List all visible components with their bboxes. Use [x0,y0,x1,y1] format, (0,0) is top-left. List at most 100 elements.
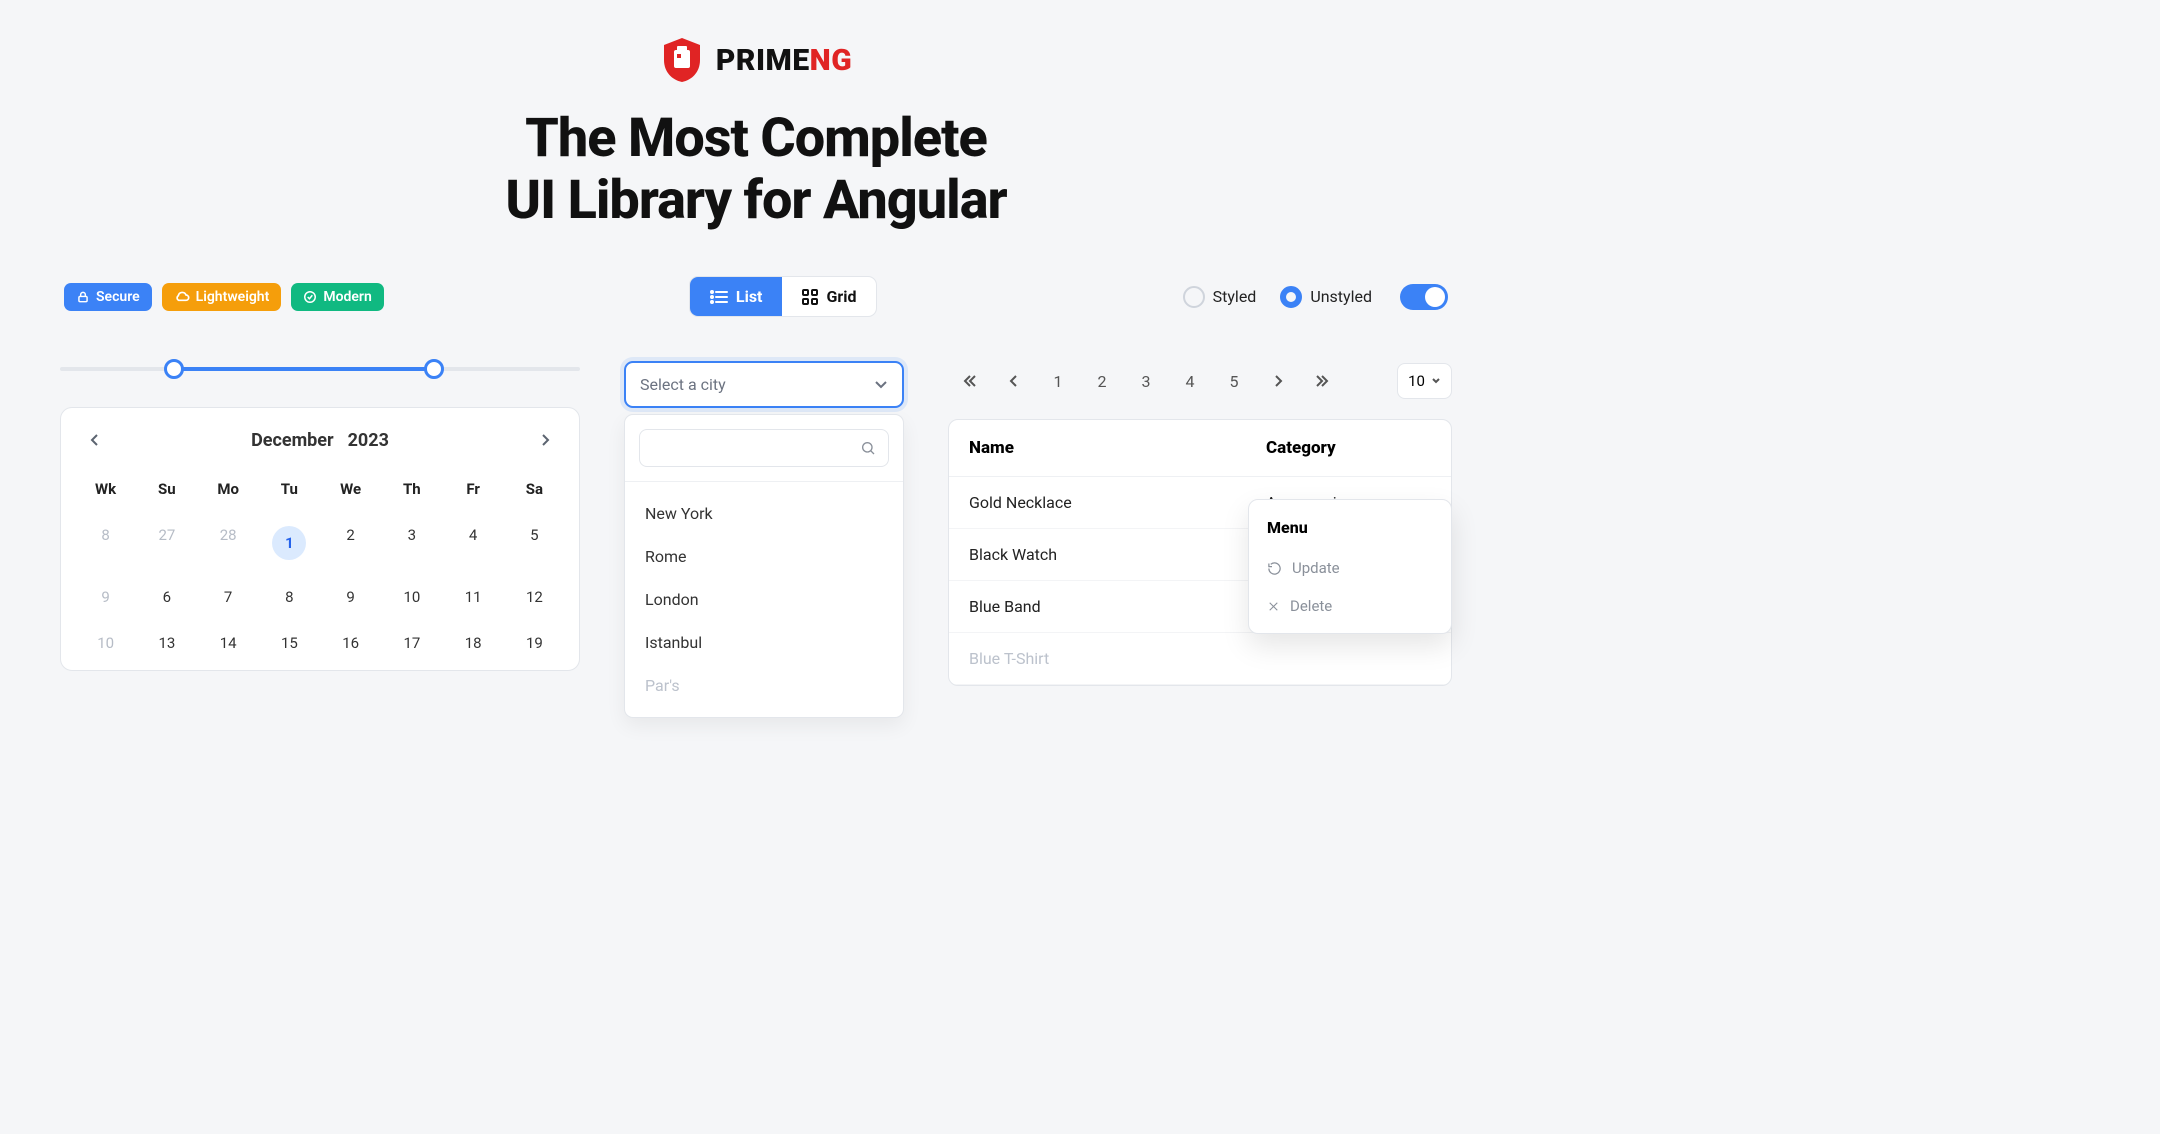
menu-delete[interactable]: Delete [1249,587,1451,625]
calendar-dow: We [320,466,381,512]
page-headline: The Most Complete UI Library for Angular [505,108,1006,232]
brand-logo: PRIMENG [660,36,852,84]
calendar-day[interactable]: 15 [259,620,320,666]
seg-list[interactable]: List [690,277,783,316]
calendar-day[interactable]: 5 [504,512,565,574]
calendar-prev[interactable] [81,426,109,454]
calendar-day[interactable]: 12 [504,574,565,620]
calendar-dow: Th [381,466,442,512]
calendar-day[interactable]: 28 [198,512,259,574]
radio-icon [1280,286,1302,308]
calendar-day[interactable]: 2 [320,512,381,574]
grid-icon [802,289,818,305]
calendar-dow: Mo [198,466,259,512]
cloud-icon [174,290,190,304]
dropdown-option[interactable]: New York [625,492,903,535]
badge-secure: Secure [64,283,152,311]
menu-title: Menu [1249,514,1451,549]
calendar-day[interactable]: 4 [443,512,504,574]
city-dropdown: Select a city New YorkRomeLondonIstanbul… [624,361,904,718]
page-number[interactable]: 5 [1212,361,1256,401]
range-slider[interactable] [60,361,580,377]
calendar-day[interactable]: 7 [198,574,259,620]
slider-handle-end[interactable] [424,359,444,379]
table-header: Name Category [949,420,1451,477]
close-icon [1267,600,1280,613]
check-circle-icon [303,290,317,304]
cell-name: Blue T-Shirt [969,649,1266,668]
list-icon [710,290,728,304]
lock-icon [76,290,90,304]
page-number[interactable]: 1 [1036,361,1080,401]
page-size-select[interactable]: 10 [1397,363,1452,399]
dropdown-panel: New YorkRomeLondonIstanbulPar's [624,414,904,718]
calendar-day[interactable]: 8 [75,512,136,574]
calendar-day[interactable]: 10 [75,620,136,666]
calendar-day[interactable]: 14 [198,620,259,666]
brand-text: PRIMENG [716,43,852,78]
calendar-day[interactable]: 9 [320,574,381,620]
page-first[interactable] [948,361,992,401]
cell-category [1266,649,1431,668]
cell-name: Gold Necklace [969,493,1266,512]
dropdown-option[interactable]: Par's [625,664,903,707]
calendar-title: December 2023 [251,430,389,451]
shield-icon [660,36,704,84]
calendar-day[interactable]: 27 [136,512,197,574]
calendar-day[interactable]: 17 [381,620,442,666]
dropdown-trigger[interactable]: Select a city [624,361,904,408]
radio-unstyled[interactable]: Unstyled [1280,286,1372,308]
page-next[interactable] [1256,361,1300,401]
search-icon [860,440,876,456]
style-radio-group: Styled Unstyled [1183,286,1372,308]
calendar-dow: Sa [504,466,565,512]
calendar-day[interactable]: 8 [259,574,320,620]
table-row[interactable]: Blue T-Shirt [949,633,1451,685]
paginator: 12345 10 [948,361,1452,401]
radio-icon [1183,286,1205,308]
dropdown-option[interactable]: Istanbul [625,621,903,664]
cell-name: Blue Band [969,597,1266,616]
calendar-day[interactable]: 11 [443,574,504,620]
th-category[interactable]: Category [1266,438,1431,458]
calendar-day[interactable]: 19 [504,620,565,666]
dropdown-search[interactable] [639,429,889,467]
calendar-day[interactable]: 9 [75,574,136,620]
calendar-day[interactable]: 3 [381,512,442,574]
page-prev[interactable] [992,361,1036,401]
calendar-dow: Wk [75,466,136,512]
page-number[interactable]: 2 [1080,361,1124,401]
radio-styled[interactable]: Styled [1183,286,1257,308]
dropdown-placeholder: Select a city [640,375,726,394]
page-last[interactable] [1300,361,1344,401]
dropdown-option[interactable]: London [625,578,903,621]
calendar-day[interactable]: 13 [136,620,197,666]
badge-group: Secure Lightweight Modern [64,283,384,311]
calendar-dow: Tu [259,466,320,512]
view-segmented: List Grid [689,276,878,317]
calendar-day[interactable]: 10 [381,574,442,620]
toggle-switch[interactable] [1400,284,1448,310]
menu-update[interactable]: Update [1249,549,1451,587]
dropdown-option[interactable]: Rome [625,535,903,578]
calendar-next[interactable] [531,426,559,454]
chevron-down-icon [874,380,888,390]
refresh-icon [1267,561,1282,576]
badge-lightweight: Lightweight [162,283,282,311]
calendar-day[interactable]: 18 [443,620,504,666]
cell-name: Black Watch [969,545,1266,564]
page-number[interactable]: 3 [1124,361,1168,401]
th-name[interactable]: Name [969,438,1266,458]
page-number[interactable]: 4 [1168,361,1212,401]
calendar-dow: Su [136,466,197,512]
calendar: December 2023 WkSuMoTuWeThFrSa8272812345… [60,407,580,671]
switch-knob [1425,287,1445,307]
calendar-day[interactable]: 1 [259,512,320,574]
calendar-day[interactable]: 16 [320,620,381,666]
calendar-day[interactable]: 6 [136,574,197,620]
calendar-dow: Fr [443,466,504,512]
seg-grid[interactable]: Grid [782,277,876,316]
slider-fill [174,367,434,371]
context-menu: Menu Update Delete [1248,499,1452,634]
slider-handle-start[interactable] [164,359,184,379]
